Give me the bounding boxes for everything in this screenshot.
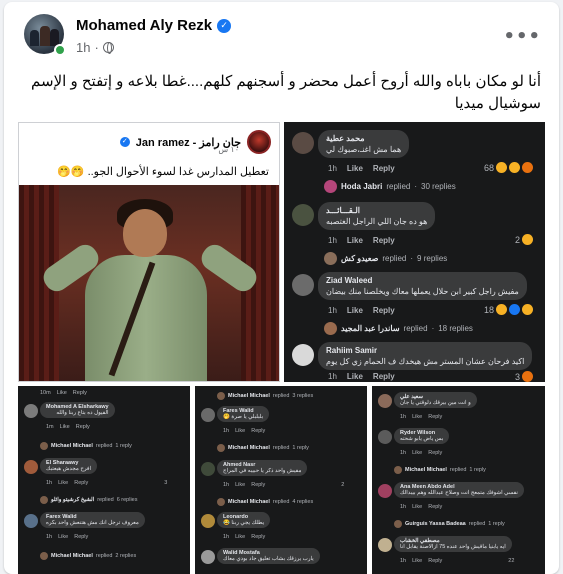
replies-summary[interactable]: صعيدو كش replied · 9 replies — [324, 252, 447, 265]
like-button[interactable]: Like — [347, 164, 363, 173]
photo-thumbnail-1[interactable]: 10m Like Reply Mohamed A Elsharkawy الفيول … — [18, 386, 190, 574]
comment-bubble: الـقـــائـــد هو ده جان اللي الراجل الغت… — [318, 202, 436, 230]
like-button[interactable]: Like — [347, 372, 363, 381]
shared-post-text: تعطيل المدارس غدا لسوء الأحوال الجو.. 🤭🤭 — [57, 166, 269, 178]
online-status-icon — [54, 44, 66, 56]
reply-button[interactable]: Reply — [373, 306, 395, 315]
comment-item: Ziad Waleed مفيش راجل كبير ابن حلال يعمل… — [284, 268, 545, 338]
replies-summary[interactable]: Michael Michael replied 2 replies — [40, 552, 136, 560]
comment-actions: 1h Like Reply — [328, 372, 395, 381]
commenter-avatar — [292, 204, 314, 226]
comment-bubble: محمد عطية هما مش اغنـ،صبوك لي — [318, 130, 410, 158]
comment-item: Ahmed Nasr مفيش واحد ذكر يا حبيبه في المر… — [195, 458, 367, 494]
comment-item: الـقـــائـــد هو ده جان اللي الراجل الغت… — [284, 198, 545, 266]
replies-summary[interactable]: Michael Michael replied 1 reply — [394, 466, 486, 474]
shared-author-avatar — [247, 130, 271, 154]
comment-item: Ryder Wilson بس ياض يابو شحته 1h Like Reply — [372, 426, 545, 462]
shared-post-time: ١٠ س · — [213, 145, 239, 154]
replies-summary[interactable]: الشيخ كرشيتو وائلو replied 6 replies — [40, 496, 138, 504]
comment-bubble: Ziad Waleed مفيش راجل كبير ابن حلال يعمل… — [318, 272, 527, 300]
photo-grid: جان رامز - Jan ramez ✓ ١٠ س · تعطيل المد… — [18, 122, 545, 574]
comment-item: مصطفي الخشاب ايه يابنيا ماقيش واحد عنده 7… — [372, 534, 545, 570]
comment-bubble: Rahiim Samir اكيد فرحان عشان المستر مش ه… — [318, 342, 533, 370]
reply-button[interactable]: Reply — [373, 164, 395, 173]
comment-item: Rahiim Samir اكيد فرحان عشان المستر مش ه… — [284, 340, 545, 382]
photo-thumbnail-3[interactable]: سعيد علي و انت مين بيرقك دلوقتي يا جان 1h… — [372, 386, 545, 574]
comment-item: Leonardo يطلك يجي ربنا 😂 1h Like Reply — [195, 510, 367, 546]
shared-post-header: جان رامز - Jan ramez ✓ — [119, 129, 271, 155]
like-button[interactable]: Like — [347, 306, 363, 315]
verified-badge-icon: ✓ — [119, 137, 130, 147]
comment-item: سعيد علي و انت مين بيرقك دلوقتي يا جان 1h… — [372, 390, 545, 426]
boy-photo — [19, 185, 279, 381]
post-meta: 1h · — [76, 40, 114, 55]
comment-actions: 1h Like Reply — [328, 164, 395, 173]
replies-summary[interactable]: Michael Michael replied 1 reply — [217, 444, 309, 452]
post-caption: أنا لو مكان باباه والله أروح أعمل محضر و… — [31, 73, 541, 112]
commenter-avatar — [292, 344, 314, 366]
commenter-avatar — [292, 274, 314, 296]
reply-button[interactable]: Reply — [373, 236, 395, 245]
photo-thumbnail-2[interactable]: Michael Michael replied 3 replies Fares Wa… — [195, 386, 367, 574]
replies-summary[interactable]: Michael Michael replied 3 replies — [217, 392, 313, 400]
replies-summary[interactable]: ساندرا عبد المجيد replied · 18 replies — [324, 322, 473, 335]
comment-item: Farex Walid معروف ترجل انك مش هتنعش واحد … — [18, 510, 190, 546]
verified-badge-icon: ✓ — [217, 18, 232, 33]
reaction-count: 2 — [515, 234, 533, 245]
comment-item: محمد عطية هما مش اغنـ،صبوك لي 1h Like Repl… — [284, 128, 545, 200]
comment-actions: 1h Like Reply — [328, 236, 395, 245]
replies-summary[interactable]: Hoda Jabri replied · 30 replies — [324, 180, 456, 193]
comment-item: Ana Meen Abdo Adel نفسي اشوفك متمعج انت و… — [372, 480, 545, 516]
reply-button[interactable]: Reply — [373, 372, 395, 381]
reaction-count: 68 — [484, 162, 533, 173]
photo-comments-screenshot[interactable]: محمد عطية هما مش اغنـ،صبوك لي 1h Like Repl… — [284, 122, 545, 382]
replies-summary[interactable]: Michael Michael replied 1 reply — [40, 442, 132, 450]
comment-item: Walid Mostafa يارب يرزقك بشاب تعليق جاد ب… — [195, 546, 367, 574]
photo-shared-post[interactable]: جان رامز - Jan ramez ✓ ١٠ س · تعطيل المد… — [18, 122, 280, 382]
replies-summary[interactable]: Michael Michael replied 4 replies — [217, 498, 313, 506]
like-button[interactable]: Like — [347, 236, 363, 245]
reaction-count: 3 — [515, 371, 533, 382]
comment-actions: 1h Like Reply — [328, 306, 395, 315]
comment-item: Fares Walid بلبلبلي يا صرة 🤭 1h Like Reply — [195, 404, 367, 440]
commenter-avatar — [292, 132, 314, 154]
globe-icon[interactable] — [102, 42, 114, 54]
post-time[interactable]: 1h — [76, 40, 90, 55]
reaction-count: 18 — [484, 304, 533, 315]
comment-item: El Sharaawy افرح مجدش هيعتبك 1h Like Reply 3 — [18, 456, 190, 492]
replies-summary[interactable]: Guirguis Yassa Badeaa replied 1 reply — [394, 520, 505, 528]
author-name[interactable]: Mohamed Aly Rezk ✓ — [76, 17, 232, 34]
more-options-icon[interactable]: ••• — [503, 26, 541, 47]
post-header: Mohamed Aly Rezk ✓ 1h · ••• — [18, 14, 545, 62]
comment-item: Mohamed A Elsharkawy الفيول ده بتاع ربنا … — [18, 400, 190, 436]
comment-actions: 10m Like Reply — [40, 390, 87, 396]
post-card: Mohamed Aly Rezk ✓ 1h · ••• أنا لو مكان … — [4, 2, 559, 574]
